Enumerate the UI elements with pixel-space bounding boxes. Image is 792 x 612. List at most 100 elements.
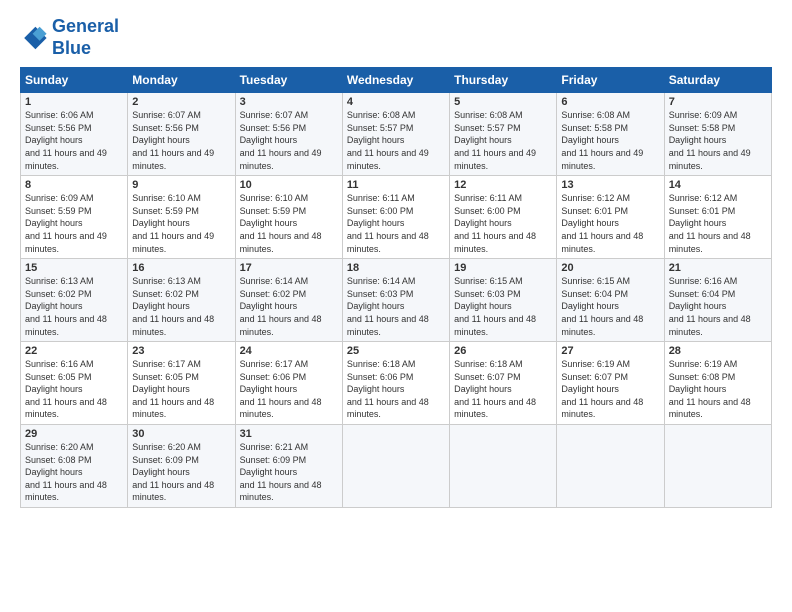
day-number: 12 <box>454 179 552 191</box>
cell-info: Sunrise: 6:09 AMSunset: 5:59 PMDaylight … <box>25 192 123 255</box>
cell-info: Sunrise: 6:12 AMSunset: 6:01 PMDaylight … <box>561 192 659 255</box>
day-number: 22 <box>25 345 123 357</box>
calendar: SundayMondayTuesdayWednesdayThursdayFrid… <box>20 67 772 508</box>
logo: General Blue <box>20 16 119 59</box>
calendar-cell: 21Sunrise: 6:16 AMSunset: 6:04 PMDayligh… <box>664 259 771 342</box>
calendar-week-row: 15Sunrise: 6:13 AMSunset: 6:02 PMDayligh… <box>21 259 772 342</box>
cell-info: Sunrise: 6:07 AMSunset: 5:56 PMDaylight … <box>132 109 230 172</box>
calendar-cell: 18Sunrise: 6:14 AMSunset: 6:03 PMDayligh… <box>342 259 449 342</box>
cell-info: Sunrise: 6:11 AMSunset: 6:00 PMDaylight … <box>454 192 552 255</box>
calendar-week-row: 8Sunrise: 6:09 AMSunset: 5:59 PMDaylight… <box>21 176 772 259</box>
cell-info: Sunrise: 6:17 AMSunset: 6:06 PMDaylight … <box>240 358 338 421</box>
cell-info: Sunrise: 6:06 AMSunset: 5:56 PMDaylight … <box>25 109 123 172</box>
calendar-week-row: 1Sunrise: 6:06 AMSunset: 5:56 PMDaylight… <box>21 93 772 176</box>
calendar-cell <box>450 425 557 508</box>
calendar-cell: 19Sunrise: 6:15 AMSunset: 6:03 PMDayligh… <box>450 259 557 342</box>
cell-info: Sunrise: 6:14 AMSunset: 6:03 PMDaylight … <box>347 275 445 338</box>
day-header: Friday <box>557 68 664 93</box>
calendar-cell: 27Sunrise: 6:19 AMSunset: 6:07 PMDayligh… <box>557 342 664 425</box>
calendar-cell: 20Sunrise: 6:15 AMSunset: 6:04 PMDayligh… <box>557 259 664 342</box>
calendar-cell: 1Sunrise: 6:06 AMSunset: 5:56 PMDaylight… <box>21 93 128 176</box>
header: General Blue <box>20 16 772 59</box>
day-number: 23 <box>132 345 230 357</box>
day-number: 1 <box>25 96 123 108</box>
calendar-cell: 29Sunrise: 6:20 AMSunset: 6:08 PMDayligh… <box>21 425 128 508</box>
day-number: 26 <box>454 345 552 357</box>
calendar-cell: 26Sunrise: 6:18 AMSunset: 6:07 PMDayligh… <box>450 342 557 425</box>
calendar-header-row: SundayMondayTuesdayWednesdayThursdayFrid… <box>21 68 772 93</box>
cell-info: Sunrise: 6:12 AMSunset: 6:01 PMDaylight … <box>669 192 767 255</box>
day-number: 14 <box>669 179 767 191</box>
calendar-cell: 23Sunrise: 6:17 AMSunset: 6:05 PMDayligh… <box>128 342 235 425</box>
day-number: 4 <box>347 96 445 108</box>
day-number: 30 <box>132 428 230 440</box>
calendar-cell: 6Sunrise: 6:08 AMSunset: 5:58 PMDaylight… <box>557 93 664 176</box>
calendar-cell: 30Sunrise: 6:20 AMSunset: 6:09 PMDayligh… <box>128 425 235 508</box>
day-number: 8 <box>25 179 123 191</box>
day-header: Thursday <box>450 68 557 93</box>
cell-info: Sunrise: 6:10 AMSunset: 5:59 PMDaylight … <box>132 192 230 255</box>
cell-info: Sunrise: 6:16 AMSunset: 6:05 PMDaylight … <box>25 358 123 421</box>
day-header: Tuesday <box>235 68 342 93</box>
cell-info: Sunrise: 6:07 AMSunset: 5:56 PMDaylight … <box>240 109 338 172</box>
day-number: 31 <box>240 428 338 440</box>
calendar-cell: 28Sunrise: 6:19 AMSunset: 6:08 PMDayligh… <box>664 342 771 425</box>
calendar-cell: 31Sunrise: 6:21 AMSunset: 6:09 PMDayligh… <box>235 425 342 508</box>
cell-info: Sunrise: 6:13 AMSunset: 6:02 PMDaylight … <box>25 275 123 338</box>
calendar-cell <box>342 425 449 508</box>
cell-info: Sunrise: 6:20 AMSunset: 6:08 PMDaylight … <box>25 441 123 504</box>
day-number: 5 <box>454 96 552 108</box>
calendar-cell: 15Sunrise: 6:13 AMSunset: 6:02 PMDayligh… <box>21 259 128 342</box>
cell-info: Sunrise: 6:14 AMSunset: 6:02 PMDaylight … <box>240 275 338 338</box>
day-number: 7 <box>669 96 767 108</box>
day-number: 10 <box>240 179 338 191</box>
calendar-cell: 4Sunrise: 6:08 AMSunset: 5:57 PMDaylight… <box>342 93 449 176</box>
day-number: 6 <box>561 96 659 108</box>
logo-icon <box>20 24 48 52</box>
calendar-week-row: 22Sunrise: 6:16 AMSunset: 6:05 PMDayligh… <box>21 342 772 425</box>
calendar-cell: 8Sunrise: 6:09 AMSunset: 5:59 PMDaylight… <box>21 176 128 259</box>
calendar-cell: 24Sunrise: 6:17 AMSunset: 6:06 PMDayligh… <box>235 342 342 425</box>
day-number: 15 <box>25 262 123 274</box>
cell-info: Sunrise: 6:19 AMSunset: 6:08 PMDaylight … <box>669 358 767 421</box>
cell-info: Sunrise: 6:19 AMSunset: 6:07 PMDaylight … <box>561 358 659 421</box>
calendar-cell: 3Sunrise: 6:07 AMSunset: 5:56 PMDaylight… <box>235 93 342 176</box>
cell-info: Sunrise: 6:21 AMSunset: 6:09 PMDaylight … <box>240 441 338 504</box>
calendar-cell: 16Sunrise: 6:13 AMSunset: 6:02 PMDayligh… <box>128 259 235 342</box>
day-number: 13 <box>561 179 659 191</box>
cell-info: Sunrise: 6:16 AMSunset: 6:04 PMDaylight … <box>669 275 767 338</box>
cell-info: Sunrise: 6:08 AMSunset: 5:58 PMDaylight … <box>561 109 659 172</box>
day-header: Sunday <box>21 68 128 93</box>
cell-info: Sunrise: 6:13 AMSunset: 6:02 PMDaylight … <box>132 275 230 338</box>
day-number: 16 <box>132 262 230 274</box>
day-number: 17 <box>240 262 338 274</box>
cell-info: Sunrise: 6:15 AMSunset: 6:04 PMDaylight … <box>561 275 659 338</box>
day-number: 21 <box>669 262 767 274</box>
calendar-cell: 10Sunrise: 6:10 AMSunset: 5:59 PMDayligh… <box>235 176 342 259</box>
day-number: 27 <box>561 345 659 357</box>
calendar-cell: 12Sunrise: 6:11 AMSunset: 6:00 PMDayligh… <box>450 176 557 259</box>
day-number: 2 <box>132 96 230 108</box>
calendar-cell: 9Sunrise: 6:10 AMSunset: 5:59 PMDaylight… <box>128 176 235 259</box>
cell-info: Sunrise: 6:18 AMSunset: 6:07 PMDaylight … <box>454 358 552 421</box>
calendar-cell: 13Sunrise: 6:12 AMSunset: 6:01 PMDayligh… <box>557 176 664 259</box>
cell-info: Sunrise: 6:17 AMSunset: 6:05 PMDaylight … <box>132 358 230 421</box>
cell-info: Sunrise: 6:08 AMSunset: 5:57 PMDaylight … <box>347 109 445 172</box>
calendar-week-row: 29Sunrise: 6:20 AMSunset: 6:08 PMDayligh… <box>21 425 772 508</box>
day-number: 18 <box>347 262 445 274</box>
cell-info: Sunrise: 6:18 AMSunset: 6:06 PMDaylight … <box>347 358 445 421</box>
calendar-cell: 2Sunrise: 6:07 AMSunset: 5:56 PMDaylight… <box>128 93 235 176</box>
calendar-cell: 25Sunrise: 6:18 AMSunset: 6:06 PMDayligh… <box>342 342 449 425</box>
day-number: 25 <box>347 345 445 357</box>
cell-info: Sunrise: 6:08 AMSunset: 5:57 PMDaylight … <box>454 109 552 172</box>
calendar-cell: 11Sunrise: 6:11 AMSunset: 6:00 PMDayligh… <box>342 176 449 259</box>
page: General Blue SundayMondayTuesdayWednesda… <box>0 0 792 612</box>
logo-text: General Blue <box>52 16 119 59</box>
day-number: 11 <box>347 179 445 191</box>
day-number: 28 <box>669 345 767 357</box>
day-number: 24 <box>240 345 338 357</box>
day-number: 19 <box>454 262 552 274</box>
calendar-cell: 17Sunrise: 6:14 AMSunset: 6:02 PMDayligh… <box>235 259 342 342</box>
day-header: Wednesday <box>342 68 449 93</box>
cell-info: Sunrise: 6:10 AMSunset: 5:59 PMDaylight … <box>240 192 338 255</box>
